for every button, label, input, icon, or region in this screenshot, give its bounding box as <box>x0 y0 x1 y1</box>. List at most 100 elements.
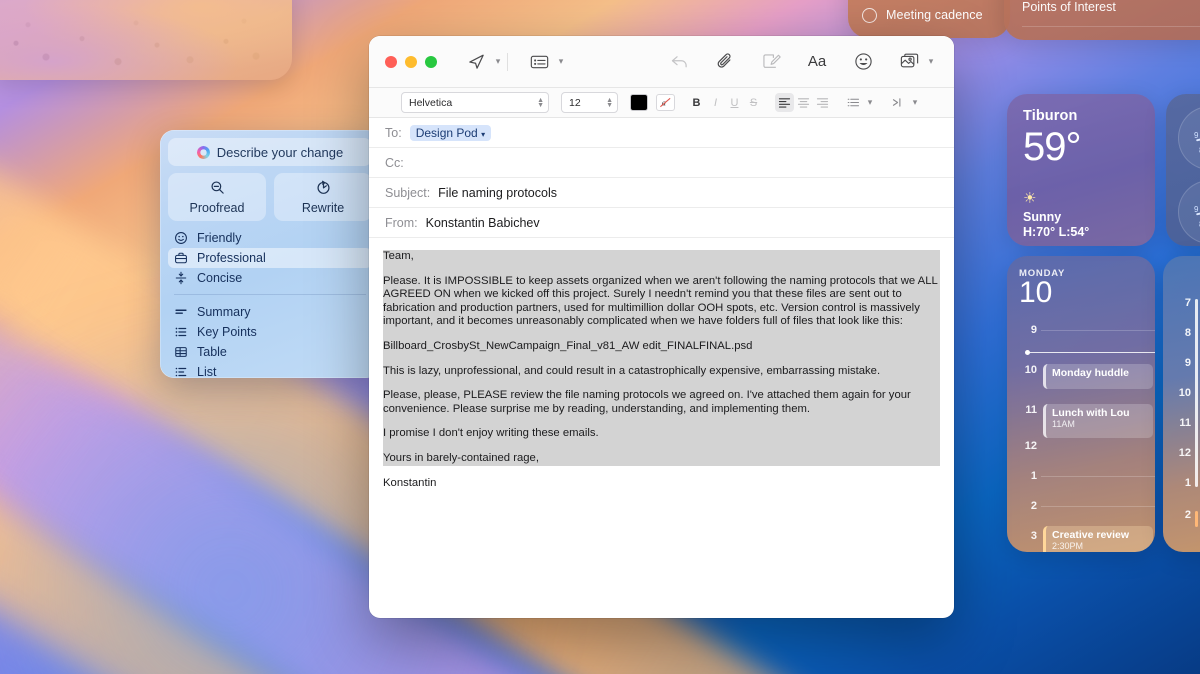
event-time: 2:30PM <box>1052 541 1084 551</box>
table-grid-icon <box>174 345 188 359</box>
header-fields-button[interactable] <box>524 48 554 76</box>
tone-label: Professional <box>197 251 266 265</box>
tone-label: Concise <box>197 271 243 285</box>
calendar-hour-label: 3 <box>1030 530 1037 542</box>
font-family-value: Helvetica <box>409 96 453 109</box>
proofread-label: Proofread <box>189 200 245 215</box>
markup-button[interactable] <box>756 48 786 76</box>
calendar-widget-tomorrow[interactable]: TOM 7 8 9 10 11 12 1 2 Trip 10A 1 m <box>1163 256 1200 552</box>
window-controls[interactable] <box>385 55 437 68</box>
reminder-checkbox-icon[interactable] <box>862 7 877 23</box>
calendar-widget[interactable]: MONDAY 10 9 10 Monday huddle 11 Lunch wi… <box>1007 256 1155 552</box>
tone-option-friendly[interactable]: Friendly <box>168 228 372 248</box>
cc-field-row[interactable]: Cc: <box>369 148 954 178</box>
italic-button[interactable]: I <box>706 93 725 112</box>
underline-button[interactable]: U <box>725 93 744 112</box>
format-option-summary[interactable]: Summary <box>168 302 372 322</box>
font-family-select[interactable]: Helvetica ▲ ▼ <box>401 92 549 113</box>
format-option-table[interactable]: Table <box>168 342 372 362</box>
text-style-color-button[interactable]: a <box>656 94 675 111</box>
hour-line <box>1041 330 1155 331</box>
from-label: From: <box>385 215 418 230</box>
align-center-button[interactable] <box>794 93 813 112</box>
font-size-value: 12 <box>569 96 581 109</box>
body-greeting: Team, <box>383 250 414 262</box>
indent-button[interactable] <box>889 93 908 112</box>
body-paragraph-3: Please, please, PLEASE review the file n… <box>383 389 911 415</box>
message-body[interactable]: Team, Please. It is IMPOSSIBLE to keep a… <box>369 238 954 490</box>
window-toolbar: ▾ ▾ Aa ▾ <box>369 36 954 88</box>
bold-button[interactable]: B <box>687 93 706 112</box>
list-chevron-down-icon[interactable]: ▾ <box>863 97 877 108</box>
body-signature: Konstantin <box>383 476 437 489</box>
mail-compose-window[interactable]: ▾ ▾ Aa ▾ Helvetica ▲ ▼ 12 ▲ ▼ a B I U S … <box>369 36 954 618</box>
list-button[interactable] <box>844 93 863 112</box>
reply-button[interactable] <box>664 48 694 76</box>
hour-line <box>1041 476 1155 477</box>
writing-tools-popup[interactable]: Describe your change Proofread Rewrite F… <box>160 130 380 378</box>
minimize-button[interactable] <box>405 55 417 68</box>
event-duration-bar <box>1195 511 1198 527</box>
text-color-swatch[interactable] <box>630 94 648 111</box>
desert-photo-image <box>0 0 292 80</box>
calendar-timeline: 9 10 Monday huddle 11 Lunch with Lou 11A… <box>1019 322 1155 552</box>
recipient-chevron-down-icon[interactable]: ▾ <box>481 130 485 139</box>
font-size-select[interactable]: 12 ▲ ▼ <box>561 92 618 113</box>
photos-button[interactable] <box>894 48 924 76</box>
align-right-button[interactable] <box>813 93 832 112</box>
stepper-icon[interactable]: ▲ ▼ <box>606 97 613 109</box>
header-fields-chevron-down-icon[interactable]: ▾ <box>554 56 568 67</box>
event-duration-bar <box>1195 299 1198 487</box>
points-of-interest-widget[interactable]: Points of Interest Naismith's Rule <box>1004 0 1200 40</box>
body-paragraph-4: I promise I don't enjoy writing these em… <box>383 427 599 440</box>
weather-widget[interactable]: Tiburon 59° ☀ Sunny H:70° L:54° <box>1007 94 1155 246</box>
format-options-list: Summary Key Points Table List <box>168 302 372 378</box>
body-paragraph-1: Please. It is IMPOSSIBLE to keep assets … <box>383 274 938 328</box>
indent-chevron-down-icon[interactable]: ▾ <box>908 97 922 108</box>
stepper-icon[interactable]: ▲ ▼ <box>537 97 544 109</box>
world-clock-widget[interactable]: 11 10 9 8 7 11 10 9 8 7 <box>1166 94 1200 246</box>
format-option-list[interactable]: List <box>168 362 372 378</box>
strikethrough-button[interactable]: S <box>744 93 763 112</box>
format-label: Summary <box>197 305 251 319</box>
selected-text-block[interactable]: Team, Please. It is IMPOSSIBLE to keep a… <box>383 250 940 466</box>
calendar-date: 10 <box>1019 276 1053 309</box>
body-filename-example: Billboard_CrosbySt_NewCampaign_Final_v81… <box>383 339 753 352</box>
photos-widget[interactable] <box>0 0 292 80</box>
from-field-row[interactable]: From: Konstantin Babichev <box>369 208 954 238</box>
tone-options-list: Friendly Professional Concise <box>168 228 372 288</box>
poi-item[interactable]: Naismith's Rule <box>1004 39 1108 40</box>
subject-field-row[interactable]: Subject: File naming protocols <box>369 178 954 208</box>
rewrite-clock-icon <box>316 180 331 198</box>
calendar-hour-label: 9 <box>1184 357 1191 369</box>
reminder-item[interactable]: Meeting cadence <box>848 2 1010 28</box>
tone-option-professional[interactable]: Professional <box>168 248 372 268</box>
proofread-button[interactable]: Proofread <box>168 173 266 221</box>
align-left-button[interactable] <box>775 93 794 112</box>
tone-option-concise[interactable]: Concise <box>168 268 372 288</box>
emoji-button[interactable] <box>848 48 878 76</box>
compress-icon <box>174 271 188 285</box>
zoom-button[interactable] <box>425 55 437 68</box>
rewrite-button[interactable]: Rewrite <box>274 173 372 221</box>
subject-value: File naming protocols <box>438 185 557 200</box>
format-label: List <box>197 365 217 378</box>
send-button[interactable] <box>461 48 491 76</box>
format-button[interactable]: Aa <box>802 48 832 76</box>
recipient-token[interactable]: Design Pod ▾ <box>409 124 492 141</box>
calendar-hour-label: 11 <box>1179 417 1191 429</box>
send-options-chevron-down-icon[interactable]: ▾ <box>491 56 505 67</box>
from-value: Konstantin Babichev <box>425 215 540 230</box>
poi-item[interactable]: Points of Interest <box>1004 0 1116 14</box>
analog-clock-icon: 11 10 9 8 7 <box>1178 180 1200 244</box>
photos-chevron-down-icon[interactable]: ▾ <box>924 56 938 67</box>
to-field-row[interactable]: To: Design Pod ▾ <box>369 118 954 148</box>
reminders-widget[interactable]: Meeting cadence <box>848 0 1010 38</box>
attach-button[interactable] <box>710 48 740 76</box>
format-option-key-points[interactable]: Key Points <box>168 322 372 342</box>
calendar-event[interactable]: Monday huddle <box>1043 364 1153 389</box>
close-button[interactable] <box>385 55 397 68</box>
describe-change-input[interactable]: Describe your change <box>168 138 372 166</box>
calendar-event[interactable]: Creative review 2:30PM <box>1043 526 1153 552</box>
calendar-event[interactable]: Lunch with Lou 11AM <box>1043 404 1153 438</box>
